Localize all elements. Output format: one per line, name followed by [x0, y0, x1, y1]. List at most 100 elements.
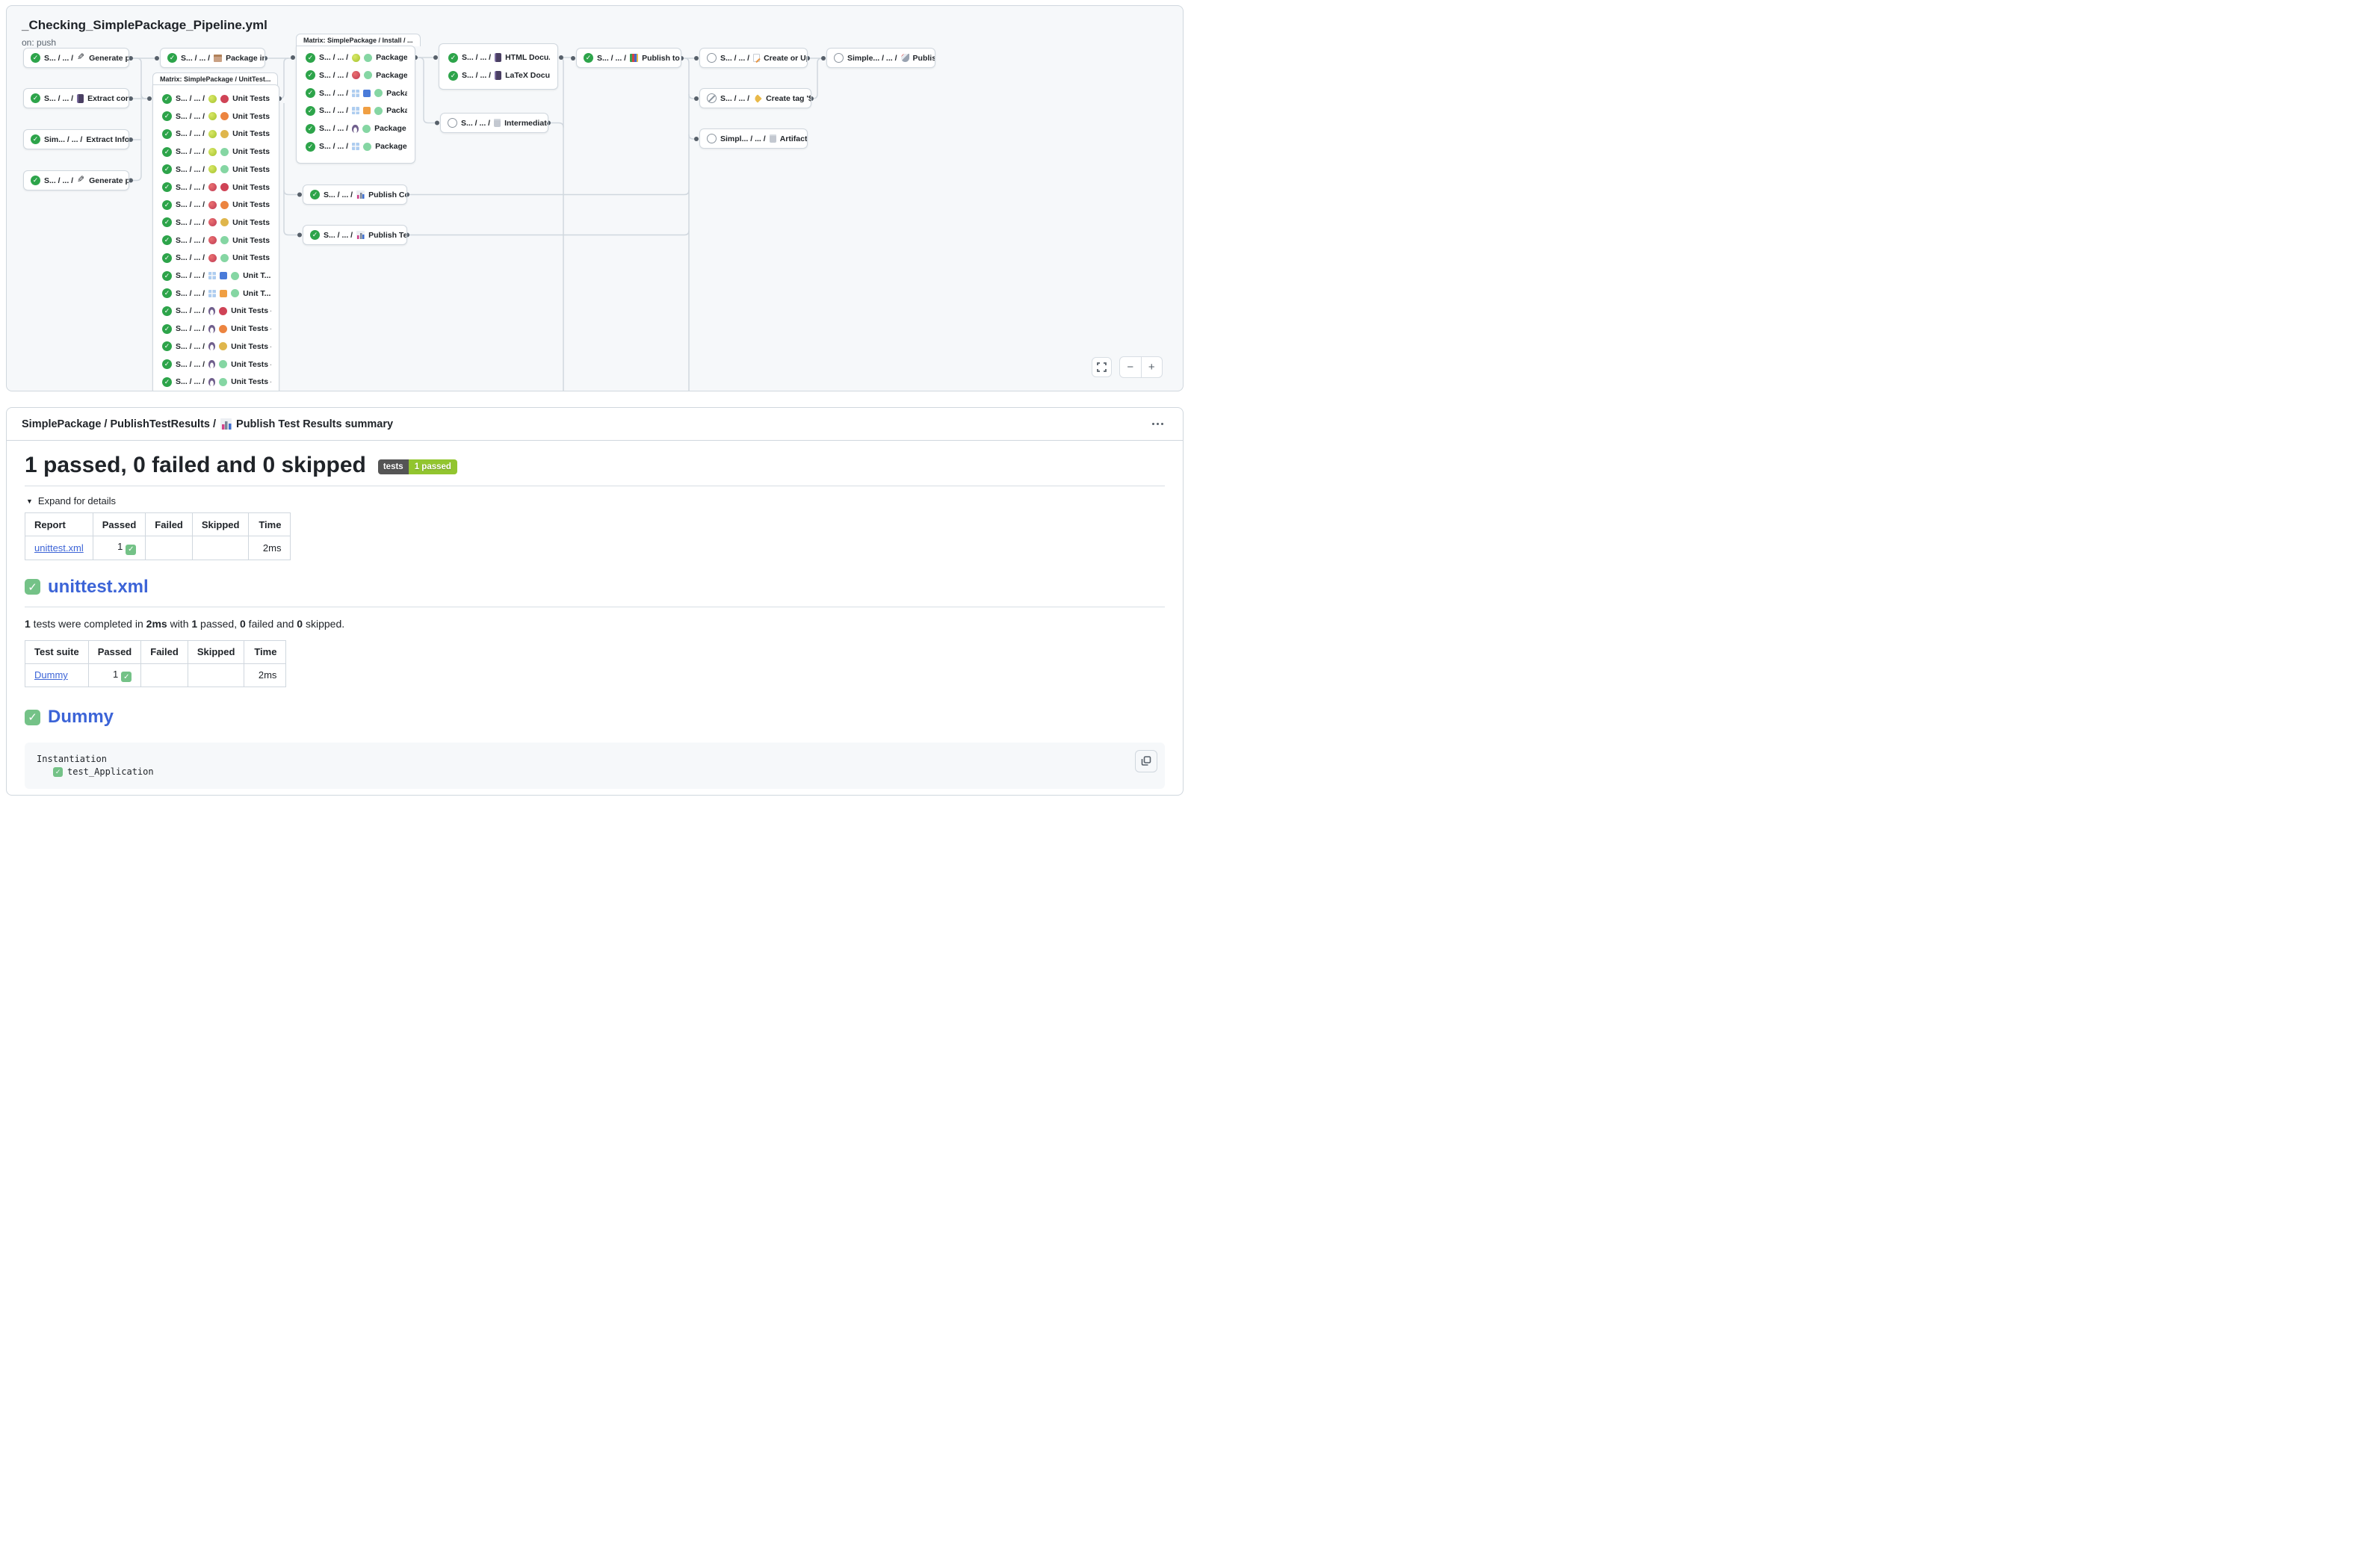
report-section-heading[interactable]: unittest.xml: [25, 577, 1165, 607]
matrix-job-row[interactable]: S... / ... /Package ins...22s: [306, 138, 407, 155]
graph-node-publish-to-pypi[interactable]: Simple... / ... /Publish to PyPI: [826, 48, 935, 68]
books-icon: [630, 54, 638, 62]
matrix-job-row[interactable]: S... / ... /Packa...1m 45s: [306, 85, 407, 102]
tests-badge-label: tests: [378, 459, 409, 474]
suite-section-heading[interactable]: Dummy: [25, 707, 1165, 728]
matrix-job-row[interactable]: S... / ... /Unit Tests - ...27s: [162, 232, 271, 249]
matrix-job-row[interactable]: S... / ... /Unit Tests - ...30s: [162, 196, 271, 213]
graph-node-generate-pipeline-2[interactable]: S... / ... /Generate pipelin...4s: [23, 170, 129, 190]
done-status-icon: [448, 71, 458, 81]
graph-node-create-or-update-release[interactable]: S... / ... /Create or Update R...: [699, 48, 808, 68]
matrix-job-row[interactable]: S... / ... /Unit Tests - ...28s: [162, 179, 271, 196]
job-path-prefix: S... / ... /: [324, 190, 353, 199]
wastebasket-icon: [494, 120, 501, 127]
matrix-job-row[interactable]: S... / ... /Unit Tests - ...18s: [162, 161, 271, 178]
job-label: Unit Tests - ...: [232, 253, 271, 262]
job-label: Unit Tests - ...: [232, 129, 271, 138]
matrix-job-row[interactable]: S... / ... /Unit Tests - ...13s: [162, 320, 271, 337]
job-path-prefix: S... / ... /: [720, 54, 749, 63]
table-cell: [192, 536, 249, 560]
job-label: Unit Tests - ...: [231, 377, 271, 386]
report-section-title: unittest.xml: [48, 577, 149, 598]
matrix-job-row[interactable]: S... / ... /Package inst...9s: [306, 120, 407, 137]
graph-node-artifact-cleanup[interactable]: Simpl... / ... /Artifact Cleanup: [699, 128, 808, 149]
matrix-job-row[interactable]: S... / ... /Unit Tests - ...19s: [162, 125, 271, 142]
copy-button[interactable]: [1135, 750, 1157, 772]
matrix-job-row[interactable]: S... / ... /Unit T...2m 3s: [162, 285, 271, 302]
graph-node-create-tag[interactable]: S... / ... /Create tag '${{ in...0s: [699, 88, 811, 108]
graph-node-extract-configuration[interactable]: S... / ... /Extract configur...6s: [23, 88, 129, 108]
expand-for-details-label: Expand for details: [38, 495, 116, 506]
zoom-out-button[interactable]: −: [1120, 357, 1142, 377]
matrix-job-row[interactable]: S... / ... /Unit Tests - ...14s: [162, 374, 271, 390]
tag-icon: [753, 94, 761, 102]
matrix-job-row[interactable]: S... / ... /Packa...1m 48s: [306, 102, 407, 119]
matrix-job-row[interactable]: S... / ... /Unit Tests - ...25s: [162, 214, 271, 231]
dot-green-icon: [231, 272, 239, 280]
column-header: Skipped: [188, 640, 244, 663]
job-label: Publish Code C...: [368, 190, 407, 199]
job-label: Intermediate Artifa...: [504, 119, 548, 128]
tests-badge: tests 1 passed: [378, 459, 457, 474]
done-status-icon: [162, 271, 172, 281]
job-path-prefix: S... / ... /: [462, 53, 491, 62]
job-path-prefix: S... / ... /: [176, 253, 205, 262]
fullscreen-button[interactable]: [1092, 357, 1112, 377]
job-label: Packa...: [386, 89, 407, 98]
job-label: Unit Tests - ...: [231, 342, 271, 351]
matrix-job-row[interactable]: S... / ... /Unit Tests - ...39s: [162, 108, 271, 125]
apple-green-icon: [352, 54, 360, 62]
job-path-prefix: Simpl... / ... /: [720, 134, 766, 143]
matrix-job-row[interactable]: S... / ... /Unit Tests - ...40s: [162, 250, 271, 266]
done-status-icon: [31, 93, 40, 103]
matrix-job-row[interactable]: S... / ... /Unit Tests - ...14s: [162, 356, 271, 373]
table-row: Dummy12ms: [25, 663, 286, 687]
job-label: Unit Tests - ...: [232, 183, 271, 192]
workflow-graph-pane: _Checking_SimplePackage_Pipeline.yml on:…: [6, 5, 1184, 391]
table-link[interactable]: Dummy: [34, 669, 68, 681]
expand-for-details-toggle[interactable]: ▼ Expand for details: [26, 495, 1165, 506]
table-link[interactable]: unittest.xml: [34, 542, 84, 554]
matrix-job-row[interactable]: S... / ... /Unit T...2m 7s: [162, 267, 271, 284]
zoom-in-button[interactable]: +: [1142, 357, 1163, 377]
kebab-menu-button[interactable]: [1148, 418, 1168, 430]
matrix-job-row[interactable]: S... / ... /HTML Docu...1m 46s: [448, 49, 550, 66]
dot-green-icon: [362, 125, 371, 133]
matrix-job-row[interactable]: S... / ... /LaTeX Docu...1m 18s: [448, 67, 550, 84]
job-path-prefix: S... / ... /: [44, 54, 73, 63]
job-label: Package ins...: [376, 53, 407, 62]
table-cell: unittest.xml: [25, 536, 93, 560]
job-label: Package ins...: [376, 71, 407, 80]
done-status-icon: [162, 200, 172, 210]
matrix-job-row[interactable]: S... / ... /Unit Tests - ...36s: [162, 90, 271, 107]
job-path-prefix: S... / ... /: [176, 289, 205, 298]
graph-node-publish-test-results[interactable]: S... / ... /Publish Test Re...14s: [303, 225, 407, 245]
matrix-job-row[interactable]: S... / ... /Unit Tests - ...20s: [162, 143, 271, 160]
job-path-prefix: S... / ... /: [176, 94, 205, 103]
job-path-prefix: S... / ... /: [176, 377, 205, 386]
matrix-job-row[interactable]: S... / ... /Unit Tests - ...16s: [162, 303, 271, 319]
done-status-icon: [306, 70, 315, 80]
job-label: Unit Tests - ...: [231, 306, 271, 315]
job-path-prefix: S... / ... /: [176, 200, 205, 209]
memo-icon: [753, 54, 760, 62]
graph-node-package-in-source[interactable]: S... / ... /Package in Sou...18s: [160, 48, 265, 68]
matrix-job-row[interactable]: S... / ... /Unit Tests - ...15s: [162, 338, 271, 355]
graph-node-generate-pipeline-1[interactable]: S... / ... /Generate pipelin...3s: [23, 48, 129, 68]
graph-node-publish-code-coverage[interactable]: S... / ... /Publish Code C...22s: [303, 185, 407, 205]
column-header: Failed: [141, 640, 188, 663]
code-line-text: test_Application: [67, 766, 154, 778]
dot-red-icon: [219, 307, 227, 315]
graph-node-publish-to-gh-pages[interactable]: S... / ... /Publish to GH-P...7s: [576, 48, 681, 68]
matrix-tab-matrix-unittest: Matrix: SimplePackage / UnitTest...: [152, 72, 278, 85]
windows-icon: [208, 290, 216, 297]
job-label: Unit T...: [243, 289, 270, 298]
matrix-job-row[interactable]: S... / ... /Package ins...11s: [306, 49, 407, 66]
matrix-job-row[interactable]: S... / ... /Package ins...14s: [306, 67, 407, 84]
done-status-icon: [31, 176, 40, 185]
done-status-icon: [162, 182, 172, 192]
graph-node-extract-information[interactable]: Sim... / ... /Extract Information4s: [23, 129, 129, 149]
job-path-prefix: Simple... / ... /: [847, 54, 897, 63]
graph-node-intermediate-artifacts[interactable]: S... / ... /Intermediate Artifa...: [440, 113, 548, 133]
penguin-icon: [352, 125, 359, 133]
